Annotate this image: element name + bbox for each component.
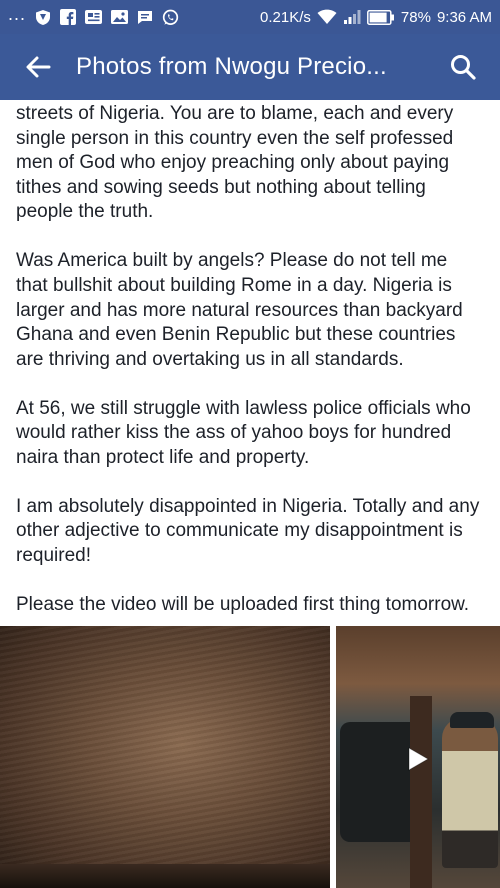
photo-edge [0,864,330,888]
post-paragraph: Please the video will be uploaded first … [16,594,470,616]
whatsapp-icon [162,9,179,26]
more-icon: ... [8,4,27,24]
battery-icon [366,9,395,25]
post-paragraph: Was America built by angels? Please do n… [16,250,463,370]
news-icon [85,9,103,25]
post-paragraph: At 56, we still struggle with lawless po… [16,397,471,468]
play-icon [408,747,429,771]
photo-texture [0,626,330,888]
image-icon [111,9,129,25]
status-bar: ... 0.21K/s 78% 9:36 AM [0,0,500,34]
arrow-back-icon [26,56,51,78]
battery-level: 78% [400,8,431,26]
network-speed: 0.21K/s [260,8,311,26]
back-button[interactable] [0,34,76,100]
search-button[interactable] [426,34,500,100]
play-button[interactable] [406,746,430,772]
status-system: 0.21K/s 78% 9:36 AM [260,9,492,26]
message-icon [137,9,153,25]
post-paragraph: I am absolutely disappointed in Nigeria.… [16,495,480,567]
shield-icon [35,9,51,26]
clock: 9:36 AM [436,8,492,26]
page-title: Photos from Nwogu Precio... [76,53,387,80]
post-paragraph: streets of Nigeria. You are to blame, ea… [16,103,454,223]
post-text: streets of Nigeria. You are to blame, ea… [0,100,500,620]
thumbnail-frame [410,696,432,888]
photo-main[interactable] [0,626,330,888]
status-notifications: ... [8,5,179,26]
facebook-icon [60,9,77,25]
thumbnail-cap [450,712,494,728]
app-bar: Photos from Nwogu Precio... [0,34,500,100]
search-icon [451,55,476,80]
thumbnail-person [442,718,498,868]
signal-icon [343,9,361,25]
wifi-icon [317,9,337,25]
